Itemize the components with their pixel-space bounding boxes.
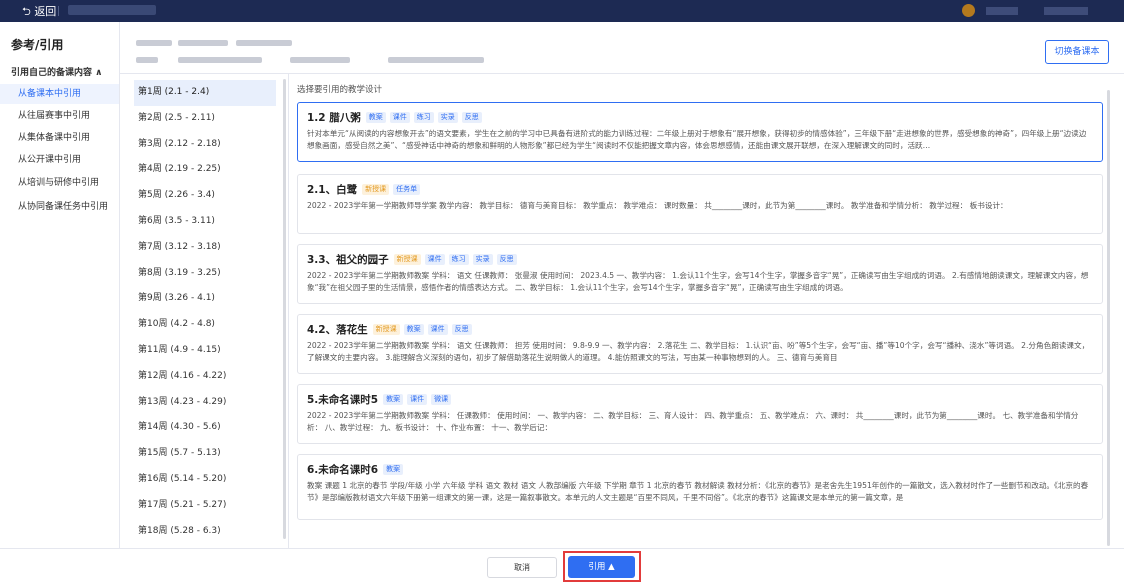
sidebar-item-group-prep[interactable]: 从集体备课中引用 (0, 128, 119, 148)
sidebar-item-collab-tasks[interactable]: 从协同备课任务中引用 (0, 197, 119, 217)
resource-tag: 教案 (383, 393, 404, 405)
week-item[interactable]: 第4周 (2.19 - 2.25) (134, 157, 276, 183)
week-item[interactable]: 第15周 (5.7 - 5.13) (134, 441, 276, 467)
sidebar-item-training[interactable]: 从培训与研修中引用 (0, 173, 119, 193)
week-item[interactable]: 第9周 (3.26 - 4.1) (134, 286, 276, 312)
lesson-card-title: 6.未命名课时6 (307, 463, 379, 476)
lesson-card[interactable]: 1.2 腊八粥 教案 课件 练习 实录 反思 针对本单元“从阅读的内容想象开去”… (297, 102, 1103, 162)
resource-tag: 课件 (427, 323, 448, 335)
cancel-button[interactable]: 取消 (487, 557, 557, 578)
sidebar-item-lesson-book[interactable]: 从备课本中引用 (0, 84, 119, 104)
week-item[interactable]: 第16周 (5.14 - 5.20) (134, 467, 276, 493)
week-item[interactable]: 第18周 (5.28 - 6.3) (134, 519, 276, 545)
user-name-redacted[interactable] (986, 7, 1018, 15)
week-item[interactable]: 第5周 (2.26 - 3.4) (134, 183, 276, 209)
new-lesson-tag: 新授课 (393, 253, 421, 265)
sidebar-title: 参考/引用 (11, 38, 64, 52)
week-list: 第1周 (2.1 - 2.4) 第2周 (2.5 - 2.11) 第3周 (2.… (134, 80, 276, 548)
cite-button[interactable]: 引用 ▲ (568, 556, 635, 578)
platform-name-redacted (68, 5, 156, 15)
sidebar-item-open-class[interactable]: 从公开课中引用 (0, 150, 119, 170)
lesson-card[interactable]: 2.1、白鹭 新授课 任务单 2022 - 2023学年第一学期教师导学案 教学… (297, 174, 1103, 234)
week-item[interactable]: 第1周 (2.1 - 2.4) (134, 80, 276, 106)
lesson-card-excerpt: 2022 - 2023学年第二学期教师教案 学科： 任课教师： 使用时间： 一、… (307, 411, 1079, 432)
resource-tag: 课件 (424, 253, 445, 265)
panel-divider (288, 74, 289, 548)
resource-tag: 反思 (451, 323, 472, 335)
lesson-card[interactable]: 4.2、落花生 新授课 教案 课件 反思 2022 - 2023学年第二学期教师… (297, 314, 1103, 374)
week-item[interactable]: 第6周 (3.5 - 3.11) (134, 209, 276, 235)
sidebar-section-own-content[interactable]: 引用自己的备课内容 ∧ (11, 65, 102, 78)
lesson-card-excerpt: 针对本单元“从阅读的内容想象开去”的语文要素，学生在之前的学习中已具备有进阶式的… (307, 129, 1087, 150)
back-label: 返回 (34, 5, 57, 18)
resource-tag: 反思 (461, 111, 482, 123)
lesson-card-title: 2.1、白鹭 (307, 183, 358, 196)
top-bar: ⮌ 返回 (0, 0, 1124, 22)
week-item[interactable]: 第8周 (3.19 - 3.25) (134, 261, 276, 287)
header-info-redacted (178, 57, 262, 63)
header-divider (120, 73, 1124, 74)
switch-lesson-book-button[interactable]: 切换备课本 (1045, 40, 1109, 64)
lesson-card-excerpt: 教案 课题 1 北京的春节 学段/年级 小学 六年级 学科 语文 教材 语文 人… (307, 481, 1089, 502)
week-item[interactable]: 第12周 (4.16 - 4.22) (134, 364, 276, 390)
resource-tag: 练习 (448, 253, 469, 265)
resource-tag: 教案 (403, 323, 424, 335)
week-item[interactable]: 第2周 (2.5 - 2.11) (134, 106, 276, 132)
week-item[interactable]: 第14周 (4.30 - 5.6) (134, 415, 276, 441)
select-prompt: 选择要引用的教学设计 (297, 85, 383, 95)
resource-tag: 微课 (431, 393, 452, 405)
week-item[interactable]: 第3周 (2.12 - 2.18) (134, 132, 276, 158)
new-lesson-tag: 新授课 (372, 323, 400, 335)
week-item[interactable]: 第11周 (4.9 - 4.15) (134, 338, 276, 364)
resource-tag: 教案 (365, 111, 386, 123)
resource-tag: 课件 (407, 393, 428, 405)
week-item[interactable]: 第13周 (4.23 - 4.29) (134, 390, 276, 416)
lesson-card-title: 4.2、落花生 (307, 323, 368, 336)
lesson-card[interactable]: 5.未命名课时5 教案 课件 微课 2022 - 2023学年第二学期教师教案 … (297, 384, 1103, 444)
avatar[interactable] (962, 4, 975, 17)
header-info-redacted (388, 57, 484, 63)
reference-dialog: 参考/引用 引用自己的备课内容 ∧ 从备课本中引用 从往届赛事中引用 从集体备课… (0, 22, 1124, 582)
lesson-card-excerpt: 2022 - 2023学年第二学期教师教案 学科： 语文 任课教师： 担芳 使用… (307, 341, 1090, 362)
resource-tag: 实录 (437, 111, 458, 123)
resource-tag: 练习 (413, 111, 434, 123)
lesson-card-excerpt: 2022 - 2023学年第一学期教师导学案 教学内容： 教学目标： 德育与美育… (307, 201, 1008, 210)
week-item[interactable]: 第7周 (3.12 - 3.18) (134, 235, 276, 261)
lesson-card-title: 5.未命名课时5 (307, 393, 379, 406)
resource-tag: 教案 (383, 463, 404, 475)
resource-tag: 任务单 (393, 183, 421, 195)
header-info-redacted (136, 40, 172, 46)
lesson-list-scrollbar[interactable] (1107, 90, 1110, 546)
lesson-card-title: 1.2 腊八粥 (307, 111, 361, 124)
reference-sidebar: 参考/引用 引用自己的备课内容 ∧ 从备课本中引用 从往届赛事中引用 从集体备课… (0, 22, 120, 548)
user-menu-redacted[interactable] (1044, 7, 1088, 15)
lesson-card[interactable]: 3.3、祖父的园子 新授课 课件 练习 实录 反思 2022 - 2023学年第… (297, 244, 1103, 304)
header-info-redacted (178, 40, 228, 46)
header-info-redacted (236, 40, 292, 46)
lesson-card-excerpt: 2022 - 2023学年第二学期教师教案 学科： 语文 任课教师： 张曼淑 使… (307, 271, 1089, 292)
header-info-redacted (290, 57, 350, 63)
resource-tag: 课件 (389, 111, 410, 123)
week-list-scrollbar[interactable] (283, 79, 286, 539)
resource-tag: 实录 (472, 253, 493, 265)
week-item[interactable]: 第10周 (4.2 - 4.8) (134, 312, 276, 338)
header-info-redacted (136, 57, 158, 63)
resource-tag: 反思 (496, 253, 517, 265)
lesson-card-title: 3.3、祖父的园子 (307, 253, 389, 266)
lesson-design-list: 1.2 腊八粥 教案 课件 练习 实录 反思 针对本单元“从阅读的内容想象开去”… (297, 102, 1103, 548)
back-link[interactable]: ⮌ 返回 (22, 3, 56, 22)
sidebar-item-past-competitions[interactable]: 从往届赛事中引用 (0, 106, 119, 126)
footer-divider (0, 548, 1124, 549)
topbar-divider (58, 6, 59, 16)
new-lesson-tag: 新授课 (362, 183, 390, 195)
lesson-card[interactable]: 6.未命名课时6 教案 教案 课题 1 北京的春节 学段/年级 小学 六年级 学… (297, 454, 1103, 520)
week-item[interactable]: 第17周 (5.21 - 5.27) (134, 493, 276, 519)
